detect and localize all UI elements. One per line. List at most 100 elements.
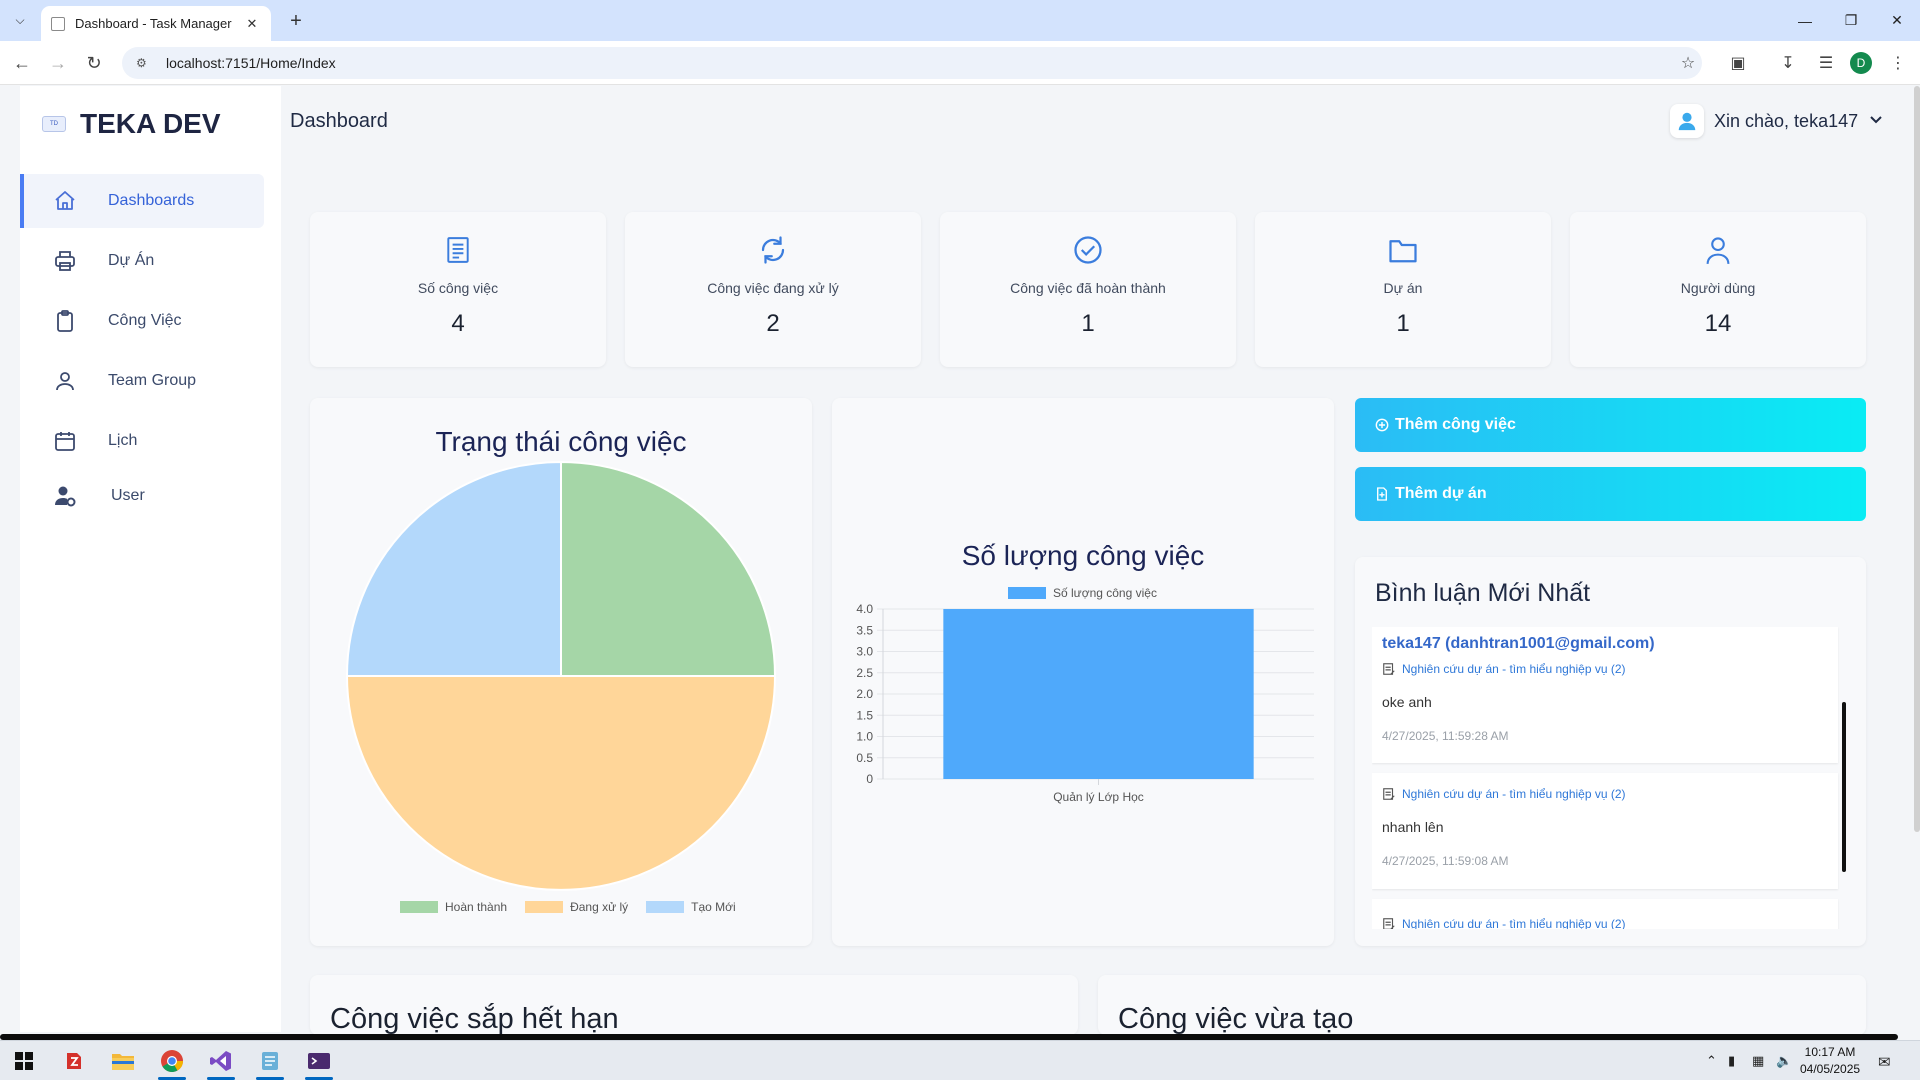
- reload-button[interactable]: ↻: [80, 49, 108, 77]
- taskbar-app-file-explorer[interactable]: [103, 1046, 143, 1076]
- sidebar-item-label: User: [111, 487, 145, 504]
- check-circle-icon: [1073, 232, 1103, 268]
- comment-author[interactable]: teka147 (danhtran1001@gmail.com): [1372, 627, 1838, 653]
- extensions-icon[interactable]: ▣: [1726, 51, 1750, 75]
- sidebar-item-label: Lịch: [108, 432, 138, 449]
- clipboard-icon: [50, 309, 80, 333]
- comment-task-link[interactable]: Nghiên cứu dự án - tìm hiểu nghiệp vụ (2…: [1372, 787, 1838, 801]
- legend-label: Đang xử lý: [570, 900, 629, 914]
- recent-tasks-card: Công việc vừa tạo: [1098, 975, 1866, 1035]
- pie-slice-0[interactable]: [560, 460, 777, 677]
- network-icon[interactable]: ▦: [1752, 1053, 1764, 1069]
- windows-taskbar: ⌃ ▮ ▦ 🔈 10:17 AM 04/05/2025 ✉: [0, 1040, 1920, 1080]
- volume-icon[interactable]: 🔈: [1776, 1053, 1792, 1069]
- address-bar[interactable]: ⚙ localhost:7151/Home/Index: [122, 47, 1702, 79]
- comments-list[interactable]: teka147 (danhtran1001@gmail.com) Nghiên …: [1372, 627, 1843, 929]
- legend-item-tao-moi[interactable]: Tạo Mới: [646, 900, 736, 914]
- profile-avatar[interactable]: D: [1850, 52, 1872, 74]
- note-icon: [1383, 918, 1395, 929]
- stat-value: 14: [1704, 310, 1732, 337]
- sidebar-item-team-group[interactable]: Team Group: [20, 354, 264, 408]
- stat-value: 1: [1396, 310, 1410, 337]
- y-tick-label: 4.0: [856, 602, 873, 616]
- restore-button[interactable]: ❐: [1828, 0, 1874, 41]
- sidebar-item-lich[interactable]: Lịch: [20, 414, 264, 468]
- tab-search-button[interactable]: ⌵: [6, 8, 34, 32]
- legend-item-dang-xu-ly[interactable]: Đang xử lý: [525, 900, 628, 914]
- taskbar-app-visual-studio[interactable]: [201, 1046, 241, 1080]
- plus-icon: +: [290, 9, 302, 32]
- folder-app-icon: [112, 1054, 134, 1070]
- person-icon: [50, 369, 80, 393]
- chevron-down-icon: ⌵: [15, 12, 25, 27]
- pie-slice-2[interactable]: [345, 460, 562, 677]
- browser-tab-bar: ⌵ Dashboard - Task Manager ✕ + — ❐ ✕: [0, 0, 1920, 41]
- close-icon: ✕: [1891, 12, 1903, 28]
- tab-title: Dashboard - Task Manager: [75, 16, 232, 31]
- folder-icon: [1388, 232, 1418, 268]
- legend-item-hoan-thanh[interactable]: Hoàn thành: [400, 900, 507, 914]
- media-control-icon[interactable]: ☰: [1814, 51, 1838, 75]
- brand[interactable]: TD TEKA DEV: [42, 108, 221, 140]
- new-tab-button[interactable]: +: [282, 7, 310, 35]
- url-text: localhost:7151/Home/Index: [166, 55, 336, 71]
- add-project-button[interactable]: Thêm dự án: [1355, 467, 1866, 521]
- browser-toolbar: ← → ↻ ⚙ localhost:7151/Home/Index ☆ ▣ ↧ …: [0, 41, 1920, 85]
- y-tick-label: 1.5: [856, 708, 873, 722]
- refresh-icon: [758, 232, 788, 268]
- stat-value: 2: [766, 310, 780, 337]
- comment-task-link[interactable]: Nghiên cứu dự án - tìm hiểu nghiệp vụ (2…: [1372, 917, 1838, 929]
- comment-text: nhanh lên: [1382, 819, 1444, 835]
- stat-card-in-progress: Công việc đang xử lý 2: [625, 212, 921, 367]
- sidebar-item-du-an[interactable]: Dự Án: [20, 234, 264, 288]
- bookmark-star-icon[interactable]: ☆: [1676, 51, 1700, 75]
- stat-label: Người dùng: [1680, 280, 1756, 296]
- comment-time: 4/27/2025, 11:59:28 AM: [1382, 729, 1509, 743]
- comments-scrollbar[interactable]: [1842, 702, 1846, 872]
- notification-icon[interactable]: ✉: [1878, 1053, 1891, 1071]
- stat-card-tasks: Số công việc 4: [310, 212, 606, 367]
- stat-card-completed: Công việc đã hoàn thành 1: [940, 212, 1236, 367]
- sidebar-item-cong-viec[interactable]: Công Việc: [20, 294, 264, 348]
- comment-item: Nghiên cứu dự án - tìm hiểu nghiệp vụ (2…: [1372, 773, 1838, 889]
- taskbar-app-chrome[interactable]: [152, 1046, 192, 1080]
- calendar-icon: [50, 429, 80, 453]
- expiring-tasks-title: Công việc sắp hết hạn: [330, 1003, 619, 1035]
- start-button[interactable]: [4, 1046, 44, 1076]
- close-tab-icon[interactable]: ✕: [243, 16, 261, 32]
- page-scrollbar[interactable]: [1914, 86, 1920, 832]
- y-tick-label: 3.5: [856, 623, 873, 637]
- download-icon[interactable]: ↧: [1776, 51, 1800, 75]
- comment-task-link[interactable]: Nghiên cứu dự án - tìm hiểu nghiệp vụ (2…: [1372, 662, 1838, 676]
- comment-item: teka147 (danhtran1001@gmail.com) Nghiên …: [1372, 627, 1838, 763]
- expiring-tasks-card: Công việc sắp hết hạn: [310, 975, 1078, 1035]
- pie-slice-1[interactable]: [345, 675, 777, 891]
- battery-icon[interactable]: ▮: [1728, 1053, 1735, 1069]
- close-window-button[interactable]: ✕: [1874, 0, 1920, 41]
- legend-swatch: [400, 901, 438, 913]
- sidebar-item-user[interactable]: User: [20, 469, 264, 523]
- taskbar-app-terminal[interactable]: [299, 1046, 339, 1080]
- taskbar-app-filezilla[interactable]: [54, 1046, 94, 1076]
- minimize-button[interactable]: —: [1782, 0, 1828, 41]
- stat-card-users: Người dùng 14: [1570, 212, 1866, 367]
- person-icon: [1704, 232, 1732, 268]
- restore-icon: ❐: [1844, 12, 1858, 28]
- reload-icon: ↻: [86, 52, 102, 73]
- stat-label: Số công việc: [417, 280, 499, 296]
- sidebar-item-dashboards[interactable]: Dashboards: [20, 174, 264, 228]
- tray-chevron-up-icon[interactable]: ⌃: [1706, 1053, 1717, 1069]
- forward-button[interactable]: →: [44, 49, 72, 77]
- user-menu[interactable]: Xin chào, teka147: [1670, 104, 1884, 138]
- browser-tab[interactable]: Dashboard - Task Manager ✕: [41, 6, 271, 41]
- bar[interactable]: [943, 609, 1254, 779]
- site-info-icon[interactable]: ⚙: [136, 56, 152, 70]
- add-task-button[interactable]: Thêm công việc: [1355, 398, 1866, 452]
- menu-dots-icon[interactable]: ⋮: [1886, 51, 1910, 75]
- back-button[interactable]: ←: [8, 49, 36, 77]
- greeting-text: Xin chào, teka147: [1714, 110, 1859, 131]
- taskbar-clock[interactable]: 10:17 AM 04/05/2025: [1800, 1044, 1860, 1078]
- taskbar-app-notepad[interactable]: [250, 1046, 290, 1080]
- sidebar-item-label: Team Group: [108, 372, 197, 389]
- pie-chart: [345, 460, 777, 891]
